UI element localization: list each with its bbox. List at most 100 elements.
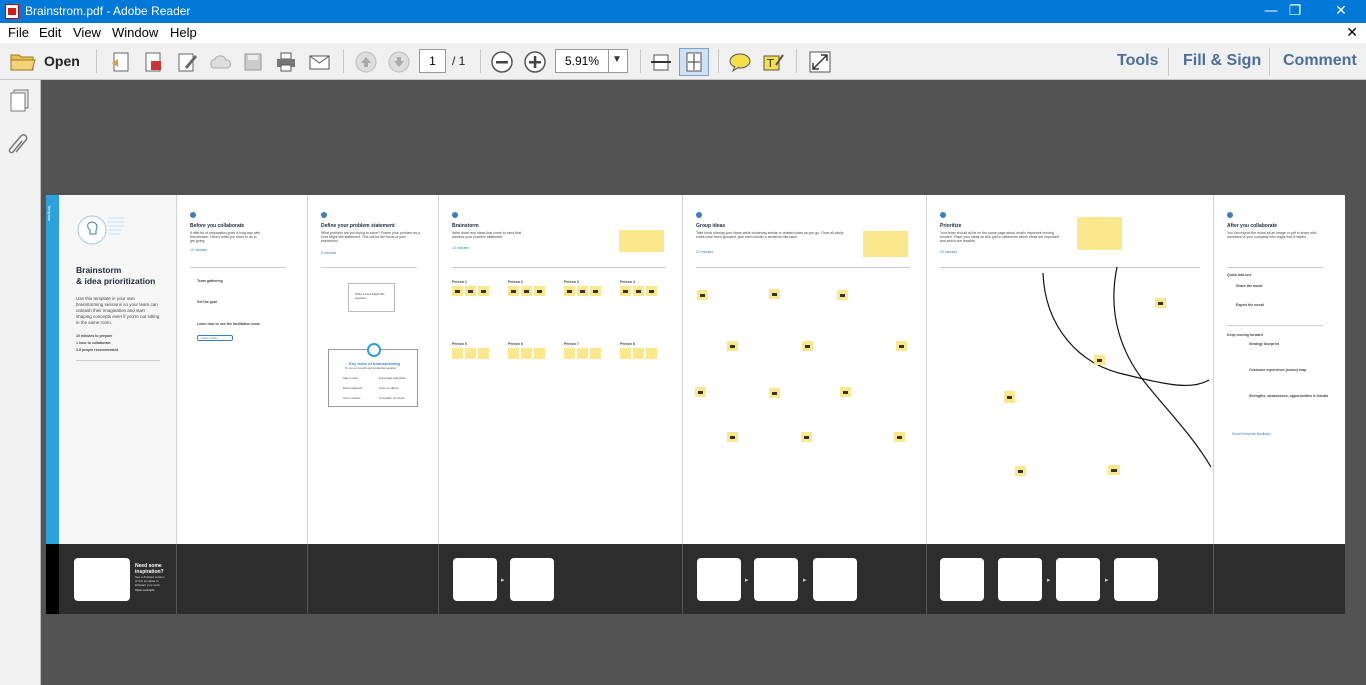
sticky-note [452, 348, 463, 359]
sticky-note [465, 286, 476, 296]
step-thumbnail [754, 558, 798, 601]
feedback-link[interactable]: Share template feedback [1232, 432, 1271, 436]
step-title: Group ideas [696, 223, 726, 229]
menu-edit[interactable]: Edit [39, 25, 61, 40]
fill-sign-tab[interactable]: Fill & Sign [1183, 52, 1261, 70]
page-thumbnails-icon[interactable] [8, 88, 32, 114]
person-label: Person 2 [508, 280, 523, 284]
person-label: Person 6 [508, 342, 523, 346]
menu-file[interactable]: File [8, 25, 29, 40]
step-body: What problem are you trying to solve? Fr… [321, 231, 421, 243]
separator [640, 49, 641, 73]
intro-bullet: 10 minutes to prepare [76, 334, 113, 338]
brainstorm-panel: Brainstorm Write down any ideas that com… [439, 195, 683, 544]
sticky-note [564, 348, 575, 359]
step-thumbnail [1056, 558, 1100, 601]
separator [718, 49, 719, 73]
step-title: After you collaborate [1227, 223, 1278, 229]
template-link[interactable]: Strategy blueprint [1249, 342, 1279, 346]
step-badge [190, 212, 196, 218]
person-label: Person 5 [452, 342, 467, 346]
step-time: 10 minutes [190, 248, 208, 252]
menu-view[interactable]: View [73, 25, 101, 40]
menu-help[interactable]: Help [170, 25, 197, 40]
lightbulb-icon [77, 215, 124, 245]
close-button[interactable]: ✕ [1318, 0, 1364, 23]
rule: Stay in topic [343, 376, 359, 380]
sticky-note [1015, 466, 1026, 476]
template-link[interactable]: Strengths, weaknesses, opportunities & t… [1249, 394, 1329, 398]
sticky-note [1004, 391, 1015, 403]
create-pdf-icon[interactable] [110, 51, 132, 73]
template-link[interactable]: Customer experience journey map [1249, 368, 1306, 372]
folder-icon [10, 54, 36, 71]
edit-pdf-icon[interactable] [176, 51, 198, 73]
page-number-input[interactable] [419, 49, 446, 73]
email-icon[interactable] [308, 51, 330, 73]
person-label: Person 1 [452, 280, 467, 284]
step-thumbnail [813, 558, 857, 601]
previous-page-icon[interactable] [355, 51, 377, 73]
step-time: 10 minutes [452, 246, 470, 250]
document-close-icon[interactable]: ✕ [1346, 24, 1358, 41]
fit-width-icon[interactable] [650, 51, 672, 73]
sticky-note [465, 348, 476, 359]
divider [76, 360, 160, 361]
sticky-note [534, 348, 545, 359]
zoom-out-icon[interactable] [491, 51, 513, 73]
strip-accent [46, 544, 59, 614]
sticky-note [534, 286, 545, 296]
zoom-in-icon[interactable] [524, 51, 546, 73]
fit-page-icon [686, 52, 702, 72]
step-thumbnail [998, 558, 1042, 601]
convert-pdf-icon[interactable] [142, 51, 164, 73]
step-body: A little bit of preparation goes a long … [190, 231, 261, 243]
template-sidebar: Template [46, 195, 59, 544]
step-thumbnail [940, 558, 984, 601]
open-article-button[interactable]: Open article [197, 335, 233, 341]
zoom-value: 5.91% [565, 54, 600, 68]
zoom-select[interactable]: 5.91% ▼ [555, 49, 628, 73]
open-example-button[interactable]: Open example [135, 588, 155, 592]
maximize-button[interactable]: ❐ [1272, 0, 1318, 23]
sticky-note [646, 348, 657, 359]
attachments-icon[interactable] [8, 132, 32, 158]
before-collaborate-panel: Before you collaborate A little bit of p… [177, 195, 308, 544]
full-screen-icon[interactable] [809, 51, 831, 73]
print-icon[interactable] [275, 51, 297, 73]
template-tag: Template [47, 205, 52, 222]
highlight-text-icon[interactable]: T [762, 51, 784, 73]
step-strip: ▸ [439, 544, 683, 614]
sticky-note [894, 432, 905, 442]
step-thumbnail [453, 558, 497, 601]
cloud-upload-icon[interactable] [209, 51, 231, 73]
sticky-note [620, 286, 631, 296]
comment-tab[interactable]: Comment [1283, 52, 1357, 70]
fit-page-button[interactable] [679, 48, 709, 76]
separator [796, 49, 797, 73]
svg-text:T: T [766, 57, 774, 70]
group-ideas-panel: Group ideas Take turns sharing your idea… [683, 195, 927, 544]
next-page-icon[interactable] [388, 51, 410, 73]
arrow-right-icon: ▸ [745, 577, 749, 584]
keep-moving-heading: Keep moving forward [1227, 333, 1263, 337]
inspiration-body: See a finished version of this template … [135, 575, 165, 587]
menu-bar: File Edit View Window Help ✕ [0, 23, 1366, 43]
prioritize-panel: Prioritize Your team should all be on th… [927, 195, 1214, 544]
sticky-note [1094, 355, 1105, 365]
intro-subtitle: & idea prioritization [76, 276, 156, 286]
intro-bullet: 1 hour to collaborate [76, 341, 111, 345]
rule: Encourage wild ideas [379, 376, 406, 380]
save-icon[interactable] [242, 51, 264, 73]
step-badge [452, 212, 458, 218]
sticky-note-icon[interactable] [729, 51, 751, 73]
sticky-note [577, 348, 588, 359]
sticky-note [1155, 298, 1166, 308]
open-button[interactable]: Open [8, 48, 80, 74]
step-title: Brainstorm [452, 223, 479, 229]
tools-tab[interactable]: Tools [1117, 52, 1158, 70]
sticky-note [727, 341, 738, 351]
menu-window[interactable]: Window [112, 25, 158, 40]
step-time: 20 minutes [696, 250, 714, 254]
step-badge [1227, 212, 1233, 218]
